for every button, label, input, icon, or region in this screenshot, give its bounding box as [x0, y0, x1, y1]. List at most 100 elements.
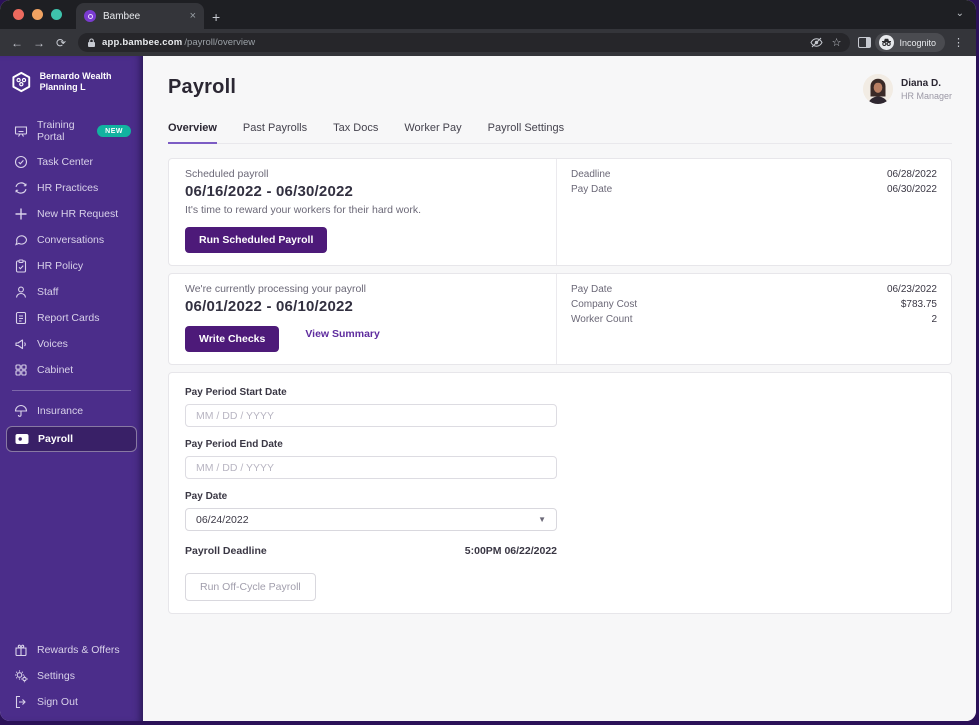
sidebar-item-task-center[interactable]: Task Center — [0, 149, 143, 175]
payroll-deadline-row: Payroll Deadline 5:00PM 06/22/2022 — [185, 545, 557, 557]
sidebar: Bernardo Wealth Planning L Training Port… — [0, 56, 143, 721]
pay-date-select[interactable]: 06/24/2022 ▼ — [185, 508, 557, 531]
minimize-window-button[interactable] — [32, 9, 43, 20]
sidebar-item-label: Payroll — [38, 433, 74, 445]
pay-date-value: 06/24/2022 — [196, 513, 249, 526]
off-cycle-payroll-card: Pay Period Start Date Pay Period End Dat… — [168, 372, 952, 614]
password-eye-off-icon[interactable] — [810, 37, 823, 48]
payroll-icon — [15, 434, 29, 444]
bookmark-star-icon[interactable]: ☆ — [832, 36, 842, 49]
sidebar-item-label: Cabinet — [37, 364, 74, 376]
sidebar-item-label: Insurance — [37, 405, 84, 417]
detail-row: Deadline 06/28/2022 — [571, 167, 937, 182]
sidebar-item-label: HR Policy — [37, 260, 84, 272]
detail-value: 06/28/2022 — [886, 169, 937, 180]
sidebar-item-label: Staff — [37, 286, 59, 298]
training-portal-icon — [14, 126, 28, 137]
tab-past-payrolls[interactable]: Past Payrolls — [243, 122, 307, 143]
pay-period-end-input[interactable] — [185, 456, 557, 479]
detail-row: Company Cost $783.75 — [571, 297, 937, 312]
tab-close-icon[interactable]: × — [190, 10, 196, 22]
browser-menu-icon[interactable]: ⋮ — [949, 36, 968, 49]
tab-search-chevron-icon[interactable]: ⌄ — [956, 8, 964, 19]
run-off-cycle-payroll-button[interactable]: Run Off-Cycle Payroll — [185, 573, 316, 601]
sidebar-item-voices[interactable]: Voices — [0, 331, 143, 357]
address-bar[interactable]: app.bambee.com/payroll/overview ☆ — [78, 33, 851, 52]
url-path: /payroll/overview — [184, 37, 256, 48]
sidebar-item-new-hr-request[interactable]: New HR Request — [0, 201, 143, 227]
detail-label: Pay Date — [571, 284, 613, 295]
reload-icon[interactable]: ⟳ — [52, 36, 70, 50]
sidebar-item-settings[interactable]: Settings — [0, 663, 143, 689]
detail-row: Pay Date 06/23/2022 — [571, 282, 937, 297]
tab-payroll-settings[interactable]: Payroll Settings — [488, 122, 564, 143]
megaphone-icon — [15, 339, 26, 350]
sidebar-item-conversations[interactable]: Conversations — [0, 227, 143, 253]
user-name: Diana D. — [900, 77, 941, 89]
write-checks-button[interactable]: Write Checks — [185, 326, 280, 352]
bambee-logo-icon — [12, 71, 31, 93]
maximize-window-button[interactable] — [51, 9, 62, 20]
scheduled-payroll-card: Scheduled payroll 06/16/2022 - 06/30/202… — [168, 158, 952, 266]
detail-label: Deadline — [571, 169, 611, 180]
chevron-down-icon: ▼ — [538, 515, 546, 524]
user-menu[interactable]: Diana D. HR Manager — [862, 74, 952, 104]
hr-practices-icon — [15, 182, 27, 194]
window-controls — [0, 0, 72, 29]
umbrella-icon — [14, 405, 28, 417]
sidebar-nav: Training Portal NEW Task Center HR Pract… — [0, 107, 143, 460]
payroll-deadline-label: Payroll Deadline — [185, 545, 267, 557]
page-title: Payroll — [168, 76, 237, 98]
processing-payroll-details: Pay Date 06/23/2022 Company Cost $783.75… — [556, 274, 951, 364]
detail-row: Pay Date 06/30/2022 — [571, 182, 937, 197]
scheduled-payroll-label: Scheduled payroll — [185, 168, 269, 180]
sidebar-item-cabinet[interactable]: Cabinet — [0, 357, 143, 383]
sidebar-item-hr-policy[interactable]: HR Policy — [0, 253, 143, 279]
tab-overview[interactable]: Overview — [168, 122, 217, 144]
sidebar-item-report-cards[interactable]: Report Cards — [0, 305, 143, 331]
avatar — [862, 74, 893, 104]
gift-icon — [15, 644, 27, 657]
processing-payroll-label: We're currently processing your payroll — [185, 283, 366, 295]
incognito-badge: Incognito — [875, 33, 945, 52]
side-panel-icon[interactable] — [858, 37, 872, 48]
sign-out-icon — [15, 695, 26, 709]
sidebar-item-label: New HR Request — [37, 208, 119, 220]
close-window-button[interactable] — [13, 9, 24, 20]
view-summary-link[interactable]: View Summary — [305, 328, 380, 340]
tab-title: Bambee — [103, 10, 141, 22]
sidebar-item-label: Rewards & Offers — [37, 644, 120, 656]
scheduled-payroll-details: Deadline 06/28/2022 Pay Date 06/30/2022 — [556, 159, 951, 265]
tab-tax-docs[interactable]: Tax Docs — [333, 122, 378, 143]
pay-period-start-input[interactable] — [185, 404, 557, 427]
run-scheduled-payroll-button[interactable]: Run Scheduled Payroll — [185, 227, 328, 253]
sidebar-item-label: Report Cards — [37, 312, 100, 324]
tab-worker-pay[interactable]: Worker Pay — [404, 122, 461, 143]
user-role: HR Manager — [900, 90, 952, 101]
sidebar-item-sign-out[interactable]: Sign Out — [0, 689, 143, 715]
sidebar-item-label: HR Practices — [37, 182, 99, 194]
pay-date-label: Pay Date — [185, 491, 228, 502]
browser-tab[interactable]: Bambee × — [76, 3, 204, 29]
browser-chrome: Bambee × + ⌄ ← → ⟳ app.bambee.com/payrol… — [0, 0, 976, 56]
browser-window: Bambee × + ⌄ ← → ⟳ app.bambee.com/payrol… — [0, 0, 976, 721]
forward-icon[interactable]: → — [30, 36, 48, 50]
detail-value: 06/30/2022 — [886, 184, 937, 195]
sidebar-item-label: Settings — [37, 670, 75, 682]
back-icon[interactable]: ← — [8, 36, 26, 50]
sidebar-item-rewards-offers[interactable]: Rewards & Offers — [0, 637, 143, 663]
sidebar-item-training-portal[interactable]: Training Portal NEW — [0, 113, 143, 149]
grid-icon — [15, 364, 27, 376]
company-brand[interactable]: Bernardo Wealth Planning L — [0, 56, 143, 107]
new-badge: NEW — [97, 125, 131, 137]
new-tab-button[interactable]: + — [212, 9, 220, 25]
page-header: Payroll Diana D. HR Manager — [168, 74, 952, 104]
sidebar-item-hr-practices[interactable]: HR Practices — [0, 175, 143, 201]
gears-icon — [15, 670, 28, 683]
sidebar-item-label: Conversations — [37, 234, 105, 246]
sidebar-item-payroll[interactable]: Payroll — [6, 426, 137, 452]
sidebar-item-insurance[interactable]: Insurance — [0, 398, 143, 424]
sidebar-item-staff[interactable]: Staff — [0, 279, 143, 305]
chat-bubble-icon — [15, 235, 28, 246]
tab-strip: Bambee × + ⌄ — [0, 0, 976, 29]
